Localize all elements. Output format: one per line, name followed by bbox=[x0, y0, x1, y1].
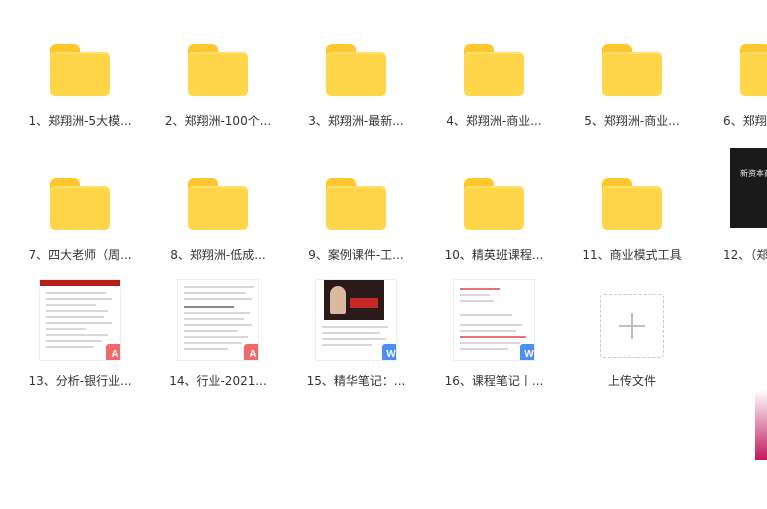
file-tile[interactable]: W 16、课程笔记丨... bbox=[429, 270, 559, 400]
file-name: 12、（郑 bbox=[723, 248, 767, 262]
video-thumbnail: 新资本商 bbox=[730, 148, 767, 228]
file-tile[interactable]: 2、郑翔洲-100个... bbox=[153, 10, 283, 140]
folder-icon bbox=[464, 44, 524, 96]
folder-icon bbox=[50, 178, 110, 230]
file-name: 5、郑翔洲-商业... bbox=[584, 114, 680, 128]
upload-tile[interactable]: 上传文件 bbox=[567, 270, 697, 400]
document-preview: A bbox=[177, 279, 259, 361]
file-tile[interactable]: 5、郑翔洲-商业... bbox=[567, 10, 697, 140]
file-tile[interactable]: 1、郑翔洲-5大模... bbox=[15, 10, 145, 140]
file-name: 4、郑翔洲-商业... bbox=[446, 114, 542, 128]
file-name: 3、郑翔洲-最新... bbox=[308, 114, 404, 128]
file-tile[interactable]: 6、郑翔 bbox=[705, 10, 767, 140]
folder-icon bbox=[326, 44, 386, 96]
file-tile[interactable]: 新资本商 12、（郑 bbox=[705, 144, 767, 274]
folder-icon bbox=[188, 44, 248, 96]
file-tile[interactable]: 3、郑翔洲-最新... bbox=[291, 10, 421, 140]
file-name: 7、四大老师（周... bbox=[28, 248, 132, 262]
pdf-icon: A bbox=[244, 344, 258, 360]
file-tile[interactable]: 10、精英班课程... bbox=[429, 144, 559, 274]
folder-icon bbox=[602, 44, 662, 96]
folder-icon bbox=[326, 178, 386, 230]
file-name: 13、分析-银行业... bbox=[28, 374, 132, 388]
file-tile[interactable]: 9、案例课件-工... bbox=[291, 144, 421, 274]
file-name: 10、精英班课程... bbox=[444, 248, 544, 262]
word-icon: W bbox=[520, 344, 534, 360]
file-name: 9、案例课件-工... bbox=[308, 248, 404, 262]
file-name: 2、郑翔洲-100个... bbox=[164, 114, 272, 128]
folder-icon bbox=[188, 178, 248, 230]
file-name: 1、郑翔洲-5大模... bbox=[28, 114, 132, 128]
document-preview: A bbox=[39, 279, 121, 361]
file-grid: 1、郑翔洲-5大模... 2、郑翔洲-100个... 3、郑翔洲-最新... 4… bbox=[0, 0, 767, 509]
plus-icon bbox=[619, 313, 645, 339]
file-name: 11、商业模式工具 bbox=[582, 248, 682, 262]
folder-icon bbox=[464, 178, 524, 230]
thumbnail-text: 新资本商 bbox=[740, 169, 767, 178]
folder-icon bbox=[602, 178, 662, 230]
upload-label: 上传文件 bbox=[607, 374, 656, 388]
document-preview: W bbox=[453, 279, 535, 361]
file-tile[interactable]: W 15、精华笔记：... bbox=[291, 270, 421, 400]
folder-icon bbox=[50, 44, 110, 96]
file-name: 14、行业-2021... bbox=[169, 374, 267, 388]
file-tile[interactable]: 7、四大老师（周... bbox=[15, 144, 145, 274]
file-name: 15、精华笔记：... bbox=[306, 374, 406, 388]
document-preview: W bbox=[315, 279, 397, 361]
file-tile[interactable]: A 13、分析-银行业... bbox=[15, 270, 145, 400]
pdf-icon: A bbox=[106, 344, 120, 360]
file-tile[interactable]: 4、郑翔洲-商业... bbox=[429, 10, 559, 140]
word-icon: W bbox=[382, 344, 396, 360]
file-name: 16、课程笔记丨... bbox=[444, 374, 544, 388]
file-tile[interactable]: 11、商业模式工具 bbox=[567, 144, 697, 274]
file-name: 8、郑翔洲-低成... bbox=[170, 248, 266, 262]
upload-button[interactable] bbox=[600, 294, 664, 358]
file-name: 6、郑翔 bbox=[723, 114, 767, 128]
file-tile[interactable]: 8、郑翔洲-低成... bbox=[153, 144, 283, 274]
file-tile[interactable]: A 14、行业-2021... bbox=[153, 270, 283, 400]
edge-decoration bbox=[755, 390, 767, 460]
folder-icon bbox=[740, 44, 767, 96]
